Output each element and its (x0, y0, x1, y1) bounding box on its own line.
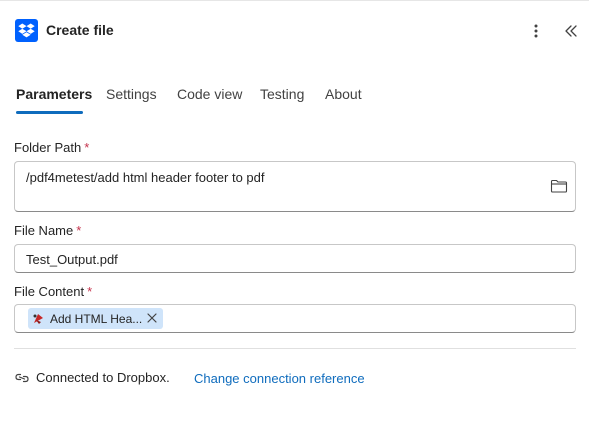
collapse-panel-button[interactable] (560, 20, 582, 42)
active-tab-indicator (16, 111, 83, 114)
folder-path-field[interactable]: /pdf4metest/add html header footer to pd… (14, 161, 576, 212)
tab-settings[interactable]: Settings (106, 86, 157, 102)
required-marker: * (76, 223, 82, 238)
file-name-field[interactable]: Test_Output.pdf (14, 244, 576, 273)
divider (14, 348, 576, 349)
required-marker: * (84, 140, 90, 155)
panel-title: Create file (46, 22, 114, 38)
file-content-label: File Content * (14, 284, 93, 299)
file-content-field[interactable]: Add HTML Hea... (14, 304, 576, 333)
close-icon[interactable] (145, 311, 159, 325)
tab-parameters[interactable]: Parameters (16, 86, 92, 102)
file-name-label: File Name * (14, 223, 82, 238)
panel-header: Create file (14, 18, 580, 44)
top-border (0, 0, 589, 1)
connection-status: Connected to Dropbox. (36, 370, 170, 385)
tab-about[interactable]: About (325, 86, 362, 102)
file-name-value: Test_Output.pdf (26, 252, 118, 267)
dynamic-content-token[interactable]: Add HTML Hea... (28, 308, 163, 329)
chevron-double-left-icon (565, 25, 577, 37)
required-marker: * (87, 284, 93, 299)
folder-path-label: Folder Path * (14, 140, 90, 155)
folder-icon[interactable] (550, 178, 568, 194)
tab-testing[interactable]: Testing (260, 86, 304, 102)
pdf4me-action-icon (33, 314, 43, 324)
link-icon (15, 371, 29, 385)
token-label: Add HTML Hea... (50, 312, 143, 326)
tab-code-view[interactable]: Code view (177, 86, 242, 102)
folder-path-value: /pdf4metest/add html header footer to pd… (26, 170, 265, 185)
more-vertical-icon (534, 24, 538, 38)
more-options-button[interactable] (526, 20, 546, 42)
change-connection-link[interactable]: Change connection reference (194, 371, 365, 386)
dropbox-icon (15, 19, 38, 42)
